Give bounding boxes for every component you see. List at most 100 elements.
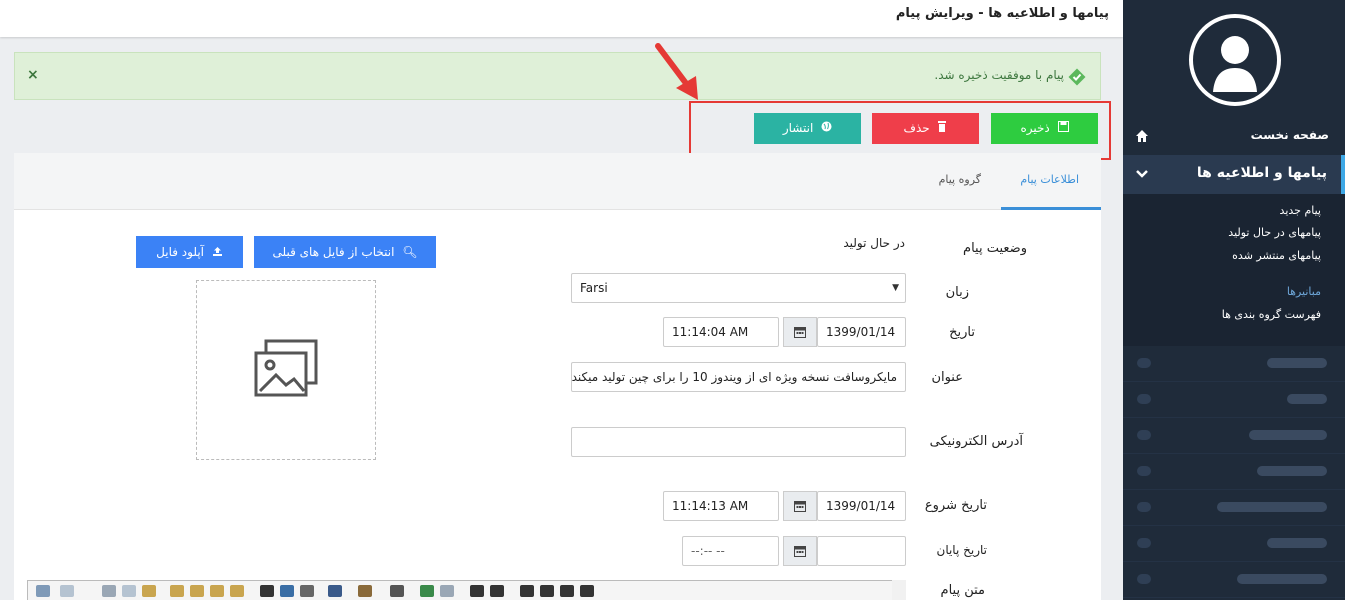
find-icon[interactable] bbox=[260, 585, 274, 597]
language-select[interactable]: Farsi ▼ bbox=[571, 273, 906, 303]
publish-button[interactable]: انتشار bbox=[754, 113, 861, 144]
sidebar-item-published[interactable]: پیامهای منتشر شده bbox=[1232, 249, 1321, 262]
delete-button-label: حذف bbox=[903, 121, 930, 135]
paste-icon[interactable] bbox=[142, 585, 156, 597]
publish-button-label: انتشار bbox=[782, 121, 814, 135]
trash-icon bbox=[938, 121, 947, 132]
chevron-down-icon bbox=[1136, 170, 1148, 178]
upload-file-label: آپلود فایل bbox=[156, 245, 204, 259]
title-input-value: مایکروسافت نسخه ویژه ای از ویندوز 10 را … bbox=[571, 370, 897, 384]
image-preview-box[interactable] bbox=[196, 280, 376, 460]
globe-icon bbox=[821, 121, 832, 132]
sidebar-item-messages-label: پیامها و اطلاعیه ها bbox=[1196, 165, 1327, 181]
tab-message-info[interactable]: اطلاعات پیام bbox=[1020, 173, 1079, 186]
title-input[interactable]: مایکروسافت نسخه ویژه ای از ویندوز 10 را … bbox=[571, 362, 906, 392]
email-input[interactable] bbox=[571, 427, 906, 457]
annotation-arrow-icon bbox=[655, 43, 698, 100]
sidebar-item-drafts[interactable]: پیامهای در حال تولید bbox=[1228, 226, 1321, 239]
cut-icon[interactable] bbox=[102, 585, 116, 597]
time-input[interactable]: 11:14:04 AM bbox=[663, 317, 779, 347]
calendar-icon bbox=[794, 546, 806, 557]
source-icon[interactable] bbox=[390, 585, 404, 597]
rtl-icon[interactable] bbox=[490, 585, 504, 597]
ltr-icon[interactable] bbox=[470, 585, 484, 597]
sidebar-item-home[interactable]: صفحه نخست bbox=[1123, 126, 1345, 148]
end-time-value: --:-- -- bbox=[691, 544, 725, 558]
user-icon bbox=[1213, 36, 1257, 92]
sidebar-submenu: پیام جدید پیامهای در حال تولید پیامهای م… bbox=[1123, 194, 1345, 346]
start-time-input[interactable]: 11:14:13 AM bbox=[663, 491, 779, 521]
link-icon[interactable] bbox=[420, 585, 434, 597]
redo-icon[interactable] bbox=[60, 585, 74, 597]
active-tab-indicator bbox=[1001, 207, 1101, 210]
numbered-list-icon[interactable] bbox=[560, 585, 574, 597]
end-time-input[interactable]: --:-- -- bbox=[682, 536, 779, 566]
tabs-bar: اطلاعات پیام گروه پیام bbox=[14, 153, 1101, 210]
upload-icon bbox=[212, 247, 222, 256]
select-all-icon[interactable] bbox=[280, 585, 294, 597]
body-label: متن پیام bbox=[940, 583, 985, 598]
paste-clipboard-icon[interactable] bbox=[230, 585, 244, 597]
floppy-icon bbox=[1057, 121, 1069, 132]
status-label: وضعیت پیام bbox=[963, 241, 1027, 256]
save-button[interactable]: ذخیره bbox=[991, 113, 1098, 144]
paste-word-icon[interactable] bbox=[190, 585, 204, 597]
end-date-calendar-button[interactable] bbox=[783, 536, 817, 566]
choose-previous-files-button[interactable]: 🔍︎ انتخاب از فایل های قبلی bbox=[254, 236, 436, 268]
sidebar-item-groupings[interactable]: فهرست گروه بندی ها bbox=[1222, 308, 1321, 321]
indent-icon[interactable] bbox=[540, 585, 554, 597]
tab-message-group[interactable]: گروه پیام bbox=[939, 173, 981, 186]
outdent-icon[interactable] bbox=[520, 585, 534, 597]
chevron-down-icon: ▼ bbox=[892, 283, 899, 293]
sidebar-item-home-label: صفحه نخست bbox=[1250, 128, 1329, 142]
language-select-value: Farsi bbox=[580, 281, 608, 295]
paste-special-icon[interactable] bbox=[210, 585, 224, 597]
start-date-calendar-button[interactable] bbox=[783, 491, 817, 521]
format-icon[interactable] bbox=[358, 585, 372, 597]
calendar-icon bbox=[794, 501, 806, 512]
start-date-input[interactable]: 1399/01/14 bbox=[817, 491, 906, 521]
status-value: در حال تولید bbox=[843, 236, 905, 250]
end-date-input[interactable] bbox=[817, 536, 906, 566]
date-input[interactable]: 1399/01/14 bbox=[817, 317, 906, 347]
sidebar-section-title: مبانیرها bbox=[1286, 285, 1321, 298]
upload-file-button[interactable]: آپلود فایل bbox=[136, 236, 243, 268]
delete-button[interactable]: حذف bbox=[872, 113, 979, 144]
email-label: آدرس الکترونیکی bbox=[929, 434, 1023, 449]
check-icon bbox=[1068, 68, 1086, 86]
search-icon: 🔍︎ bbox=[402, 245, 418, 259]
bullet-list-icon[interactable] bbox=[580, 585, 594, 597]
top-bar: پیامها و اطلاعیه ها - ویرایش پیام bbox=[0, 0, 1123, 37]
print-icon[interactable] bbox=[300, 585, 314, 597]
success-alert: پیام با موفقیت ذخیره شد. × bbox=[14, 52, 1101, 100]
scrollbar[interactable] bbox=[892, 580, 906, 600]
sidebar: صفحه نخست پیامها و اطلاعیه ها پیام جدید … bbox=[1123, 0, 1345, 600]
calendar-icon bbox=[794, 327, 806, 338]
date-input-value: 1399/01/14 bbox=[826, 325, 896, 339]
undo-icon[interactable] bbox=[36, 585, 50, 597]
time-input-value: 11:14:04 AM bbox=[672, 325, 749, 339]
sidebar-item-messages[interactable]: پیامها و اطلاعیه ها bbox=[1123, 155, 1345, 194]
unlink-icon[interactable] bbox=[440, 585, 454, 597]
sidebar-item-new-message[interactable]: پیام جدید bbox=[1280, 204, 1321, 217]
title-label: عنوان bbox=[931, 370, 963, 385]
end-date-label: تاریخ پایان bbox=[936, 543, 988, 557]
alert-message: پیام با موفقیت ذخیره شد. bbox=[934, 68, 1064, 82]
home-icon bbox=[1136, 130, 1148, 142]
close-icon[interactable]: × bbox=[27, 67, 39, 83]
paste-text-icon[interactable] bbox=[170, 585, 184, 597]
save-button-label: ذخیره bbox=[1020, 121, 1050, 135]
special-char-icon[interactable] bbox=[328, 585, 342, 597]
avatar[interactable] bbox=[1189, 14, 1281, 106]
copy-icon[interactable] bbox=[122, 585, 136, 597]
date-label: تاریخ bbox=[949, 325, 975, 340]
language-label: زبان bbox=[945, 285, 969, 300]
page-title: پیامها و اطلاعیه ها - ویرایش پیام bbox=[895, 6, 1109, 21]
start-time-value: 11:14:13 AM bbox=[672, 499, 749, 513]
sidebar-blurred-items bbox=[1123, 346, 1345, 600]
images-icon bbox=[254, 339, 318, 397]
rich-text-toolbar bbox=[27, 580, 905, 600]
date-calendar-button[interactable] bbox=[783, 317, 817, 347]
choose-previous-files-label: انتخاب از فایل های قبلی bbox=[272, 245, 395, 259]
message-form-panel: اطلاعات پیام گروه پیام وضعیت پیام در حال… bbox=[14, 153, 1101, 600]
